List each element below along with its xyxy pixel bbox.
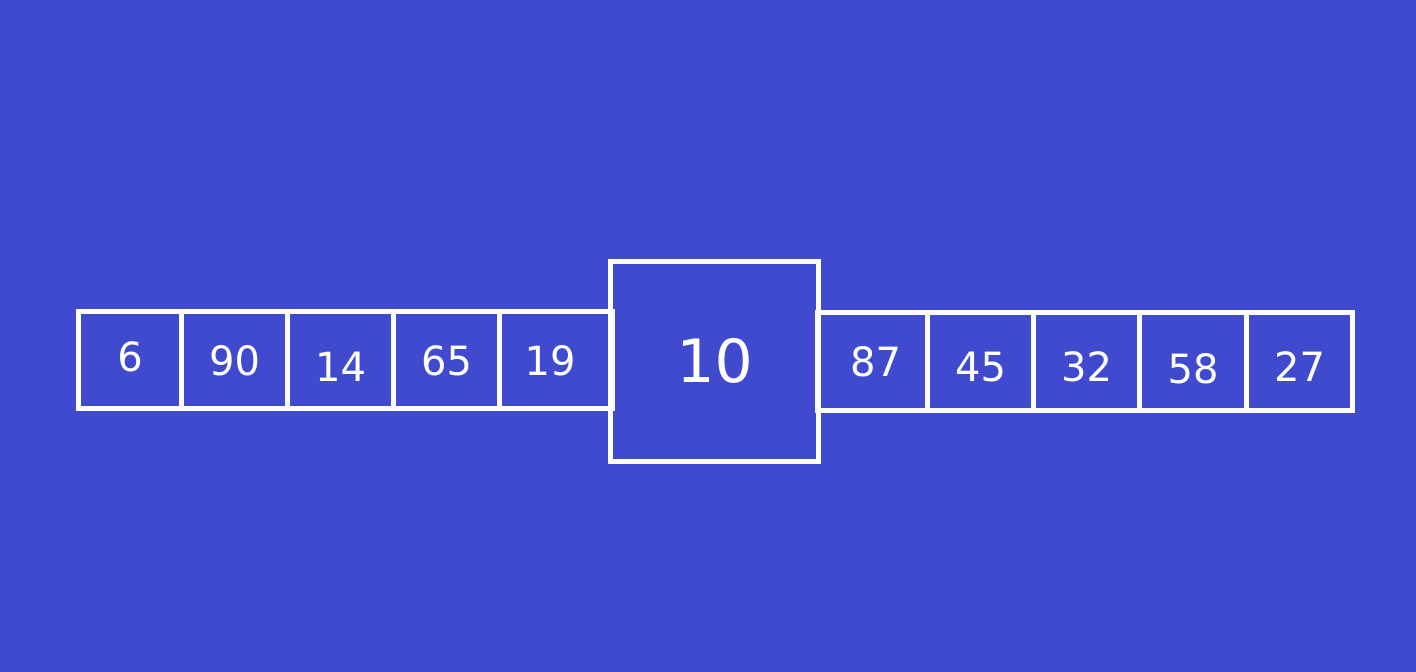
cell-value: 87 (850, 339, 901, 386)
highlighted-cell: 10 (608, 259, 821, 464)
cell-value: 45 (955, 344, 1006, 391)
array-cell: 45 (925, 310, 1036, 413)
array-cell: 58 (1137, 310, 1249, 413)
array-cell: 32 (1031, 310, 1142, 413)
array-cell: 65 (391, 309, 502, 411)
cell-value: 27 (1274, 344, 1325, 391)
cell-value: 6 (117, 335, 143, 381)
cell-value: 14 (315, 345, 366, 391)
cell-value: 90 (209, 339, 260, 385)
array-cell: 14 (285, 309, 396, 411)
cell-value: 65 (421, 339, 472, 385)
array-cell: 19 (497, 309, 615, 411)
cell-value: 19 (524, 339, 576, 385)
array-cell: 27 (1244, 310, 1355, 413)
cell-value: 32 (1061, 344, 1112, 391)
highlighted-value: 10 (676, 326, 753, 397)
array-cell: 87 (815, 310, 930, 413)
array-cell: 6 (76, 309, 184, 411)
array-cell: 90 (179, 309, 290, 411)
cell-value: 58 (1167, 346, 1219, 393)
